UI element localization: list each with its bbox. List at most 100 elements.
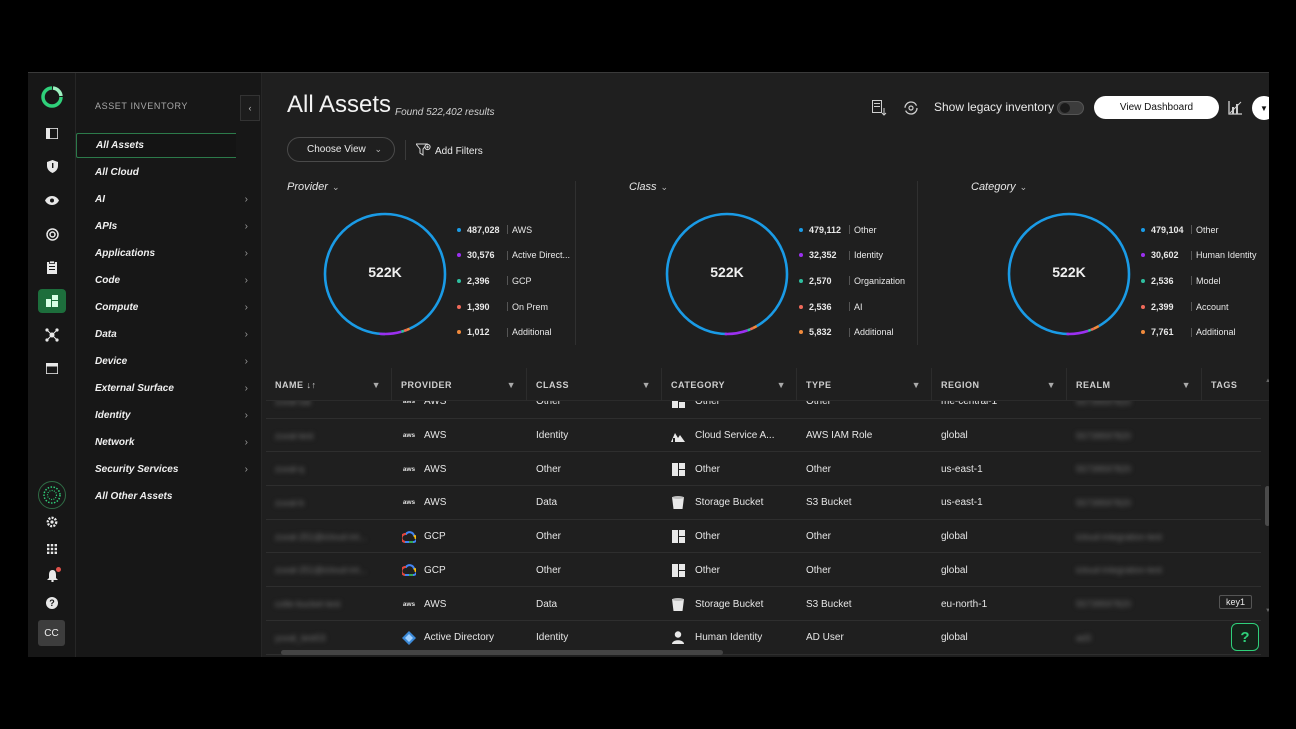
column-header-type[interactable]: TYPE ▼ bbox=[797, 368, 932, 401]
panel-divider bbox=[917, 181, 918, 345]
help-chat-button[interactable]: ? bbox=[1231, 623, 1259, 651]
bell-icon[interactable] bbox=[38, 564, 66, 588]
sidebar-item-all-other-assets[interactable]: All Other Assets bbox=[76, 484, 262, 509]
vertical-scrollbar-thumb[interactable] bbox=[1265, 486, 1269, 526]
legend-item[interactable]: 479,104 Other bbox=[1141, 217, 1257, 243]
class-value: Data bbox=[536, 497, 558, 509]
chart-icon[interactable] bbox=[1225, 98, 1245, 118]
legend-item[interactable]: 32,352 Identity bbox=[799, 243, 905, 269]
storefront-icon[interactable] bbox=[38, 356, 66, 380]
column-filter-icon[interactable]: ▼ bbox=[912, 380, 921, 390]
sidebar-item-identity[interactable]: Identity › bbox=[76, 403, 262, 428]
legend-item[interactable]: 1,012 Additional bbox=[457, 319, 570, 345]
column-header-region[interactable]: REGION ▼ bbox=[932, 368, 1067, 401]
table-row[interactable]: zuval-test aws AWS Identity Cloud Service A.… bbox=[266, 419, 1261, 453]
table-row[interactable]: zuval-251@icloud-int... GCP Other Other Othe… bbox=[266, 554, 1261, 588]
legend-separator bbox=[849, 250, 850, 260]
legacy-inventory-toggle[interactable] bbox=[1057, 101, 1084, 115]
table-row[interactable]: colle-bucket-test aws AWS Data Storage Bucke… bbox=[266, 587, 1261, 621]
gear-icon[interactable] bbox=[38, 510, 66, 534]
legend-item[interactable]: 30,602 Human Identity bbox=[1141, 243, 1257, 269]
legend-item[interactable]: 30,576 Active Direct... bbox=[457, 243, 570, 269]
column-header-provider[interactable]: PROVIDER ▼ bbox=[392, 368, 527, 401]
export-icon[interactable] bbox=[869, 98, 889, 118]
logo-icon[interactable] bbox=[40, 85, 64, 109]
column-filter-icon[interactable]: ▼ bbox=[1182, 380, 1191, 390]
legend-item[interactable]: 2,399 Account bbox=[1141, 294, 1257, 320]
sidebar-item-compute[interactable]: Compute › bbox=[76, 295, 262, 320]
column-filter-icon[interactable]: ▼ bbox=[642, 380, 651, 390]
target-icon[interactable] bbox=[38, 222, 66, 246]
choose-view-dropdown[interactable]: Choose View ⌄ bbox=[287, 137, 395, 162]
column-filter-icon[interactable]: ▼ bbox=[1047, 380, 1056, 390]
aws-icon: aws bbox=[402, 401, 416, 406]
sidebar-item-all-assets[interactable]: All Assets bbox=[76, 133, 236, 158]
aws-icon: aws bbox=[402, 465, 416, 473]
view-dashboard-button[interactable]: View Dashboard bbox=[1094, 96, 1219, 119]
sidebar-item-external-surface[interactable]: External Surface › bbox=[76, 376, 262, 401]
column-header-realm[interactable]: REALM ▼ bbox=[1067, 368, 1202, 401]
region-value: eu-north-1 bbox=[941, 598, 988, 610]
sidebar-item-device[interactable]: Device › bbox=[76, 349, 262, 374]
table-row[interactable]: zuval-251@icloud-int... GCP Other Other Othe… bbox=[266, 520, 1261, 554]
cell-type: Other bbox=[797, 401, 932, 419]
network-icon[interactable] bbox=[38, 323, 66, 347]
eye-icon[interactable] bbox=[38, 188, 66, 212]
donut-total: 522K bbox=[1052, 264, 1086, 280]
sidebar-item-ai[interactable]: AI › bbox=[76, 187, 262, 212]
cell-region: global bbox=[932, 554, 1067, 588]
legend-item[interactable]: 479,112 Other bbox=[799, 217, 905, 243]
region-value: global bbox=[941, 564, 968, 576]
column-filter-icon[interactable]: ▼ bbox=[777, 380, 786, 390]
panel-title-dropdown[interactable]: Class ⌄ bbox=[629, 181, 668, 193]
legend-item[interactable]: 2,396 GCP bbox=[457, 268, 570, 294]
cell-provider: aws AWS bbox=[392, 419, 527, 453]
apps-grid-icon[interactable] bbox=[38, 537, 66, 561]
provider-value: AWS bbox=[424, 401, 447, 408]
sidebar-item-applications[interactable]: Applications › bbox=[76, 241, 262, 266]
sidebar-item-apis[interactable]: APIs › bbox=[76, 214, 262, 239]
dashboard-icon[interactable] bbox=[38, 121, 66, 145]
legend-item[interactable]: 2,570 Organization bbox=[799, 268, 905, 294]
panel-title-dropdown[interactable]: Category ⌄ bbox=[971, 181, 1027, 193]
legend-item[interactable]: 2,536 AI bbox=[799, 294, 905, 320]
legend-item[interactable]: 2,536 Model bbox=[1141, 268, 1257, 294]
column-filter-icon[interactable]: ▼ bbox=[507, 380, 516, 390]
legend-value: 479,104 bbox=[1151, 224, 1184, 235]
column-header-class[interactable]: CLASS ▼ bbox=[527, 368, 662, 401]
legend-item[interactable]: 7,761 Additional bbox=[1141, 319, 1257, 345]
legend-dot bbox=[1141, 253, 1145, 258]
horizontal-scrollbar-thumb[interactable] bbox=[281, 650, 723, 655]
sidebar-item-data[interactable]: Data › bbox=[76, 322, 262, 347]
table-row[interactable]: zuval-sat aws AWS Other Other Other me-central… bbox=[266, 401, 1261, 419]
collapse-nav-button[interactable]: ‹ bbox=[240, 95, 260, 121]
ring-icon[interactable] bbox=[38, 481, 66, 509]
table-row[interactable]: zuval-q aws AWS Other Other Other us-east-1 557… bbox=[266, 452, 1261, 487]
legend-item[interactable]: 5,832 Additional bbox=[799, 319, 905, 345]
shield-icon[interactable] bbox=[38, 154, 66, 178]
column-header-name[interactable]: NAME ↓↑ ▼ bbox=[266, 368, 392, 401]
cell-class: Data bbox=[527, 587, 662, 621]
legend-item[interactable]: 1,390 On Prem bbox=[457, 294, 570, 320]
inventory-icon[interactable] bbox=[38, 289, 66, 313]
tag-badge[interactable]: key1 bbox=[1219, 595, 1253, 610]
panel-title-dropdown[interactable]: Provider ⌄ bbox=[287, 181, 340, 193]
clipboard-icon[interactable] bbox=[38, 255, 66, 279]
user-avatar[interactable]: CC bbox=[38, 620, 65, 646]
sidebar-item-code[interactable]: Code › bbox=[76, 268, 262, 293]
column-header-category[interactable]: CATEGORY ▼ bbox=[662, 368, 797, 401]
add-filters-button[interactable]: Add Filters bbox=[414, 143, 483, 159]
user-menu-button[interactable]: ▼ bbox=[1252, 96, 1269, 120]
table-row[interactable]: zuval-b aws AWS Data Storage Bucket S3 Bucket… bbox=[266, 486, 1261, 520]
sidebar-item-all-cloud[interactable]: All Cloud bbox=[76, 160, 262, 185]
sidebar-item-network[interactable]: Network › bbox=[76, 430, 262, 455]
column-filter-icon[interactable]: ▼ bbox=[372, 380, 381, 390]
help-icon[interactable]: ? bbox=[38, 591, 66, 615]
legend-label: Other bbox=[854, 224, 877, 235]
refresh-icon[interactable] bbox=[901, 98, 921, 118]
provider-value: GCP bbox=[424, 564, 446, 576]
legend-item[interactable]: 487,028 AWS bbox=[457, 217, 570, 243]
sidebar-item-security-services[interactable]: Security Services › bbox=[76, 457, 262, 482]
cell-category: Other bbox=[662, 452, 797, 486]
column-header-tags[interactable]: TAGS bbox=[1202, 368, 1269, 401]
